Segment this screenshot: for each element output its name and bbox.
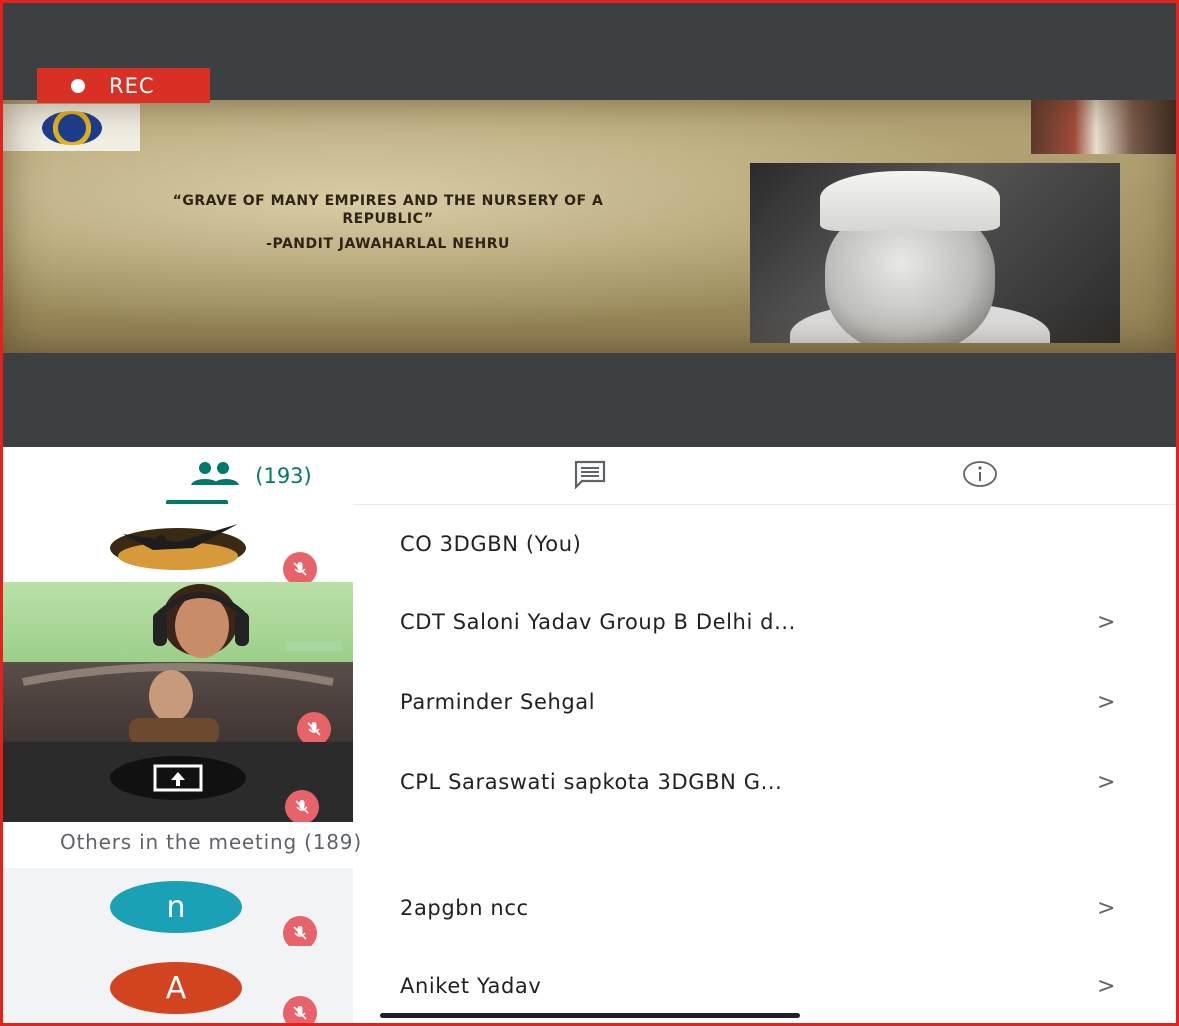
participant-name: Parminder Sehgal bbox=[400, 690, 596, 714]
ncc-logo bbox=[3, 104, 140, 151]
recording-badge: REC bbox=[37, 68, 210, 103]
presentation-slide: “GRAVE OF MANY EMPIRES AND THE NURSERY O… bbox=[3, 100, 1176, 353]
participant-avatar bbox=[3, 582, 353, 662]
chevron-right-icon: > bbox=[1097, 689, 1116, 715]
tab-info[interactable] bbox=[945, 447, 1015, 504]
avatar: n bbox=[110, 881, 242, 933]
participant-row[interactable]: n 2apgbn ncc > bbox=[0, 868, 1179, 948]
participant-row[interactable]: CPL Saraswati sapkota 3DGBN G... > bbox=[0, 742, 1179, 822]
chevron-right-icon: > bbox=[1097, 973, 1116, 999]
participant-avatar-tile: n bbox=[3, 868, 353, 948]
panel-tab-bar: (193) bbox=[0, 447, 1179, 505]
participant-avatar bbox=[3, 504, 353, 584]
participant-avatar bbox=[3, 662, 353, 742]
participant-avatar bbox=[3, 742, 353, 822]
participant-row[interactable]: CO 3DGBN (You) bbox=[0, 504, 1179, 584]
mic-off-icon bbox=[283, 916, 317, 948]
people-icon bbox=[183, 459, 245, 493]
nehru-portrait bbox=[750, 163, 1120, 343]
tab-people[interactable]: (193) bbox=[160, 447, 335, 504]
mic-off-icon bbox=[285, 790, 319, 822]
participant-row[interactable]: CDT Saloni Yadav Group B Delhi d... > bbox=[0, 582, 1179, 662]
slide-quote: “GRAVE OF MANY EMPIRES AND THE NURSERY O… bbox=[172, 193, 604, 227]
chevron-right-icon: > bbox=[1097, 769, 1116, 795]
participant-row[interactable]: Parminder Sehgal > bbox=[0, 662, 1179, 742]
slide-quote-author: -PANDIT JAWAHARLAL NEHRU bbox=[266, 236, 510, 252]
record-dot-icon bbox=[71, 78, 85, 93]
home-indicator[interactable] bbox=[380, 1013, 800, 1018]
info-icon bbox=[962, 459, 998, 493]
presentation-area[interactable]: REC “GRAVE OF MANY EMPIRES AND THE NURSE… bbox=[0, 0, 1179, 447]
participant-name: CO 3DGBN (You) bbox=[400, 532, 582, 556]
chat-icon bbox=[572, 459, 608, 493]
mic-off-icon bbox=[283, 996, 317, 1026]
participant-name: CPL Saraswati sapkota 3DGBN G... bbox=[400, 770, 783, 794]
mic-off-icon bbox=[283, 552, 317, 584]
mic-off-icon bbox=[297, 712, 331, 742]
participant-name: CDT Saloni Yadav Group B Delhi d... bbox=[400, 610, 796, 634]
participant-avatar-tile: A bbox=[3, 946, 353, 1026]
presenter-thumbnail bbox=[1031, 100, 1176, 154]
chevron-right-icon: > bbox=[1097, 895, 1116, 921]
people-count: (193) bbox=[255, 463, 312, 488]
tab-chat[interactable] bbox=[555, 447, 625, 504]
others-heading: Others in the meeting (189) bbox=[60, 830, 362, 854]
recording-label: REC bbox=[109, 73, 155, 98]
chevron-right-icon: > bbox=[1097, 609, 1116, 635]
screen-share-icon bbox=[110, 756, 246, 800]
avatar: A bbox=[110, 962, 242, 1014]
participant-name: 2apgbn ncc bbox=[400, 896, 529, 920]
